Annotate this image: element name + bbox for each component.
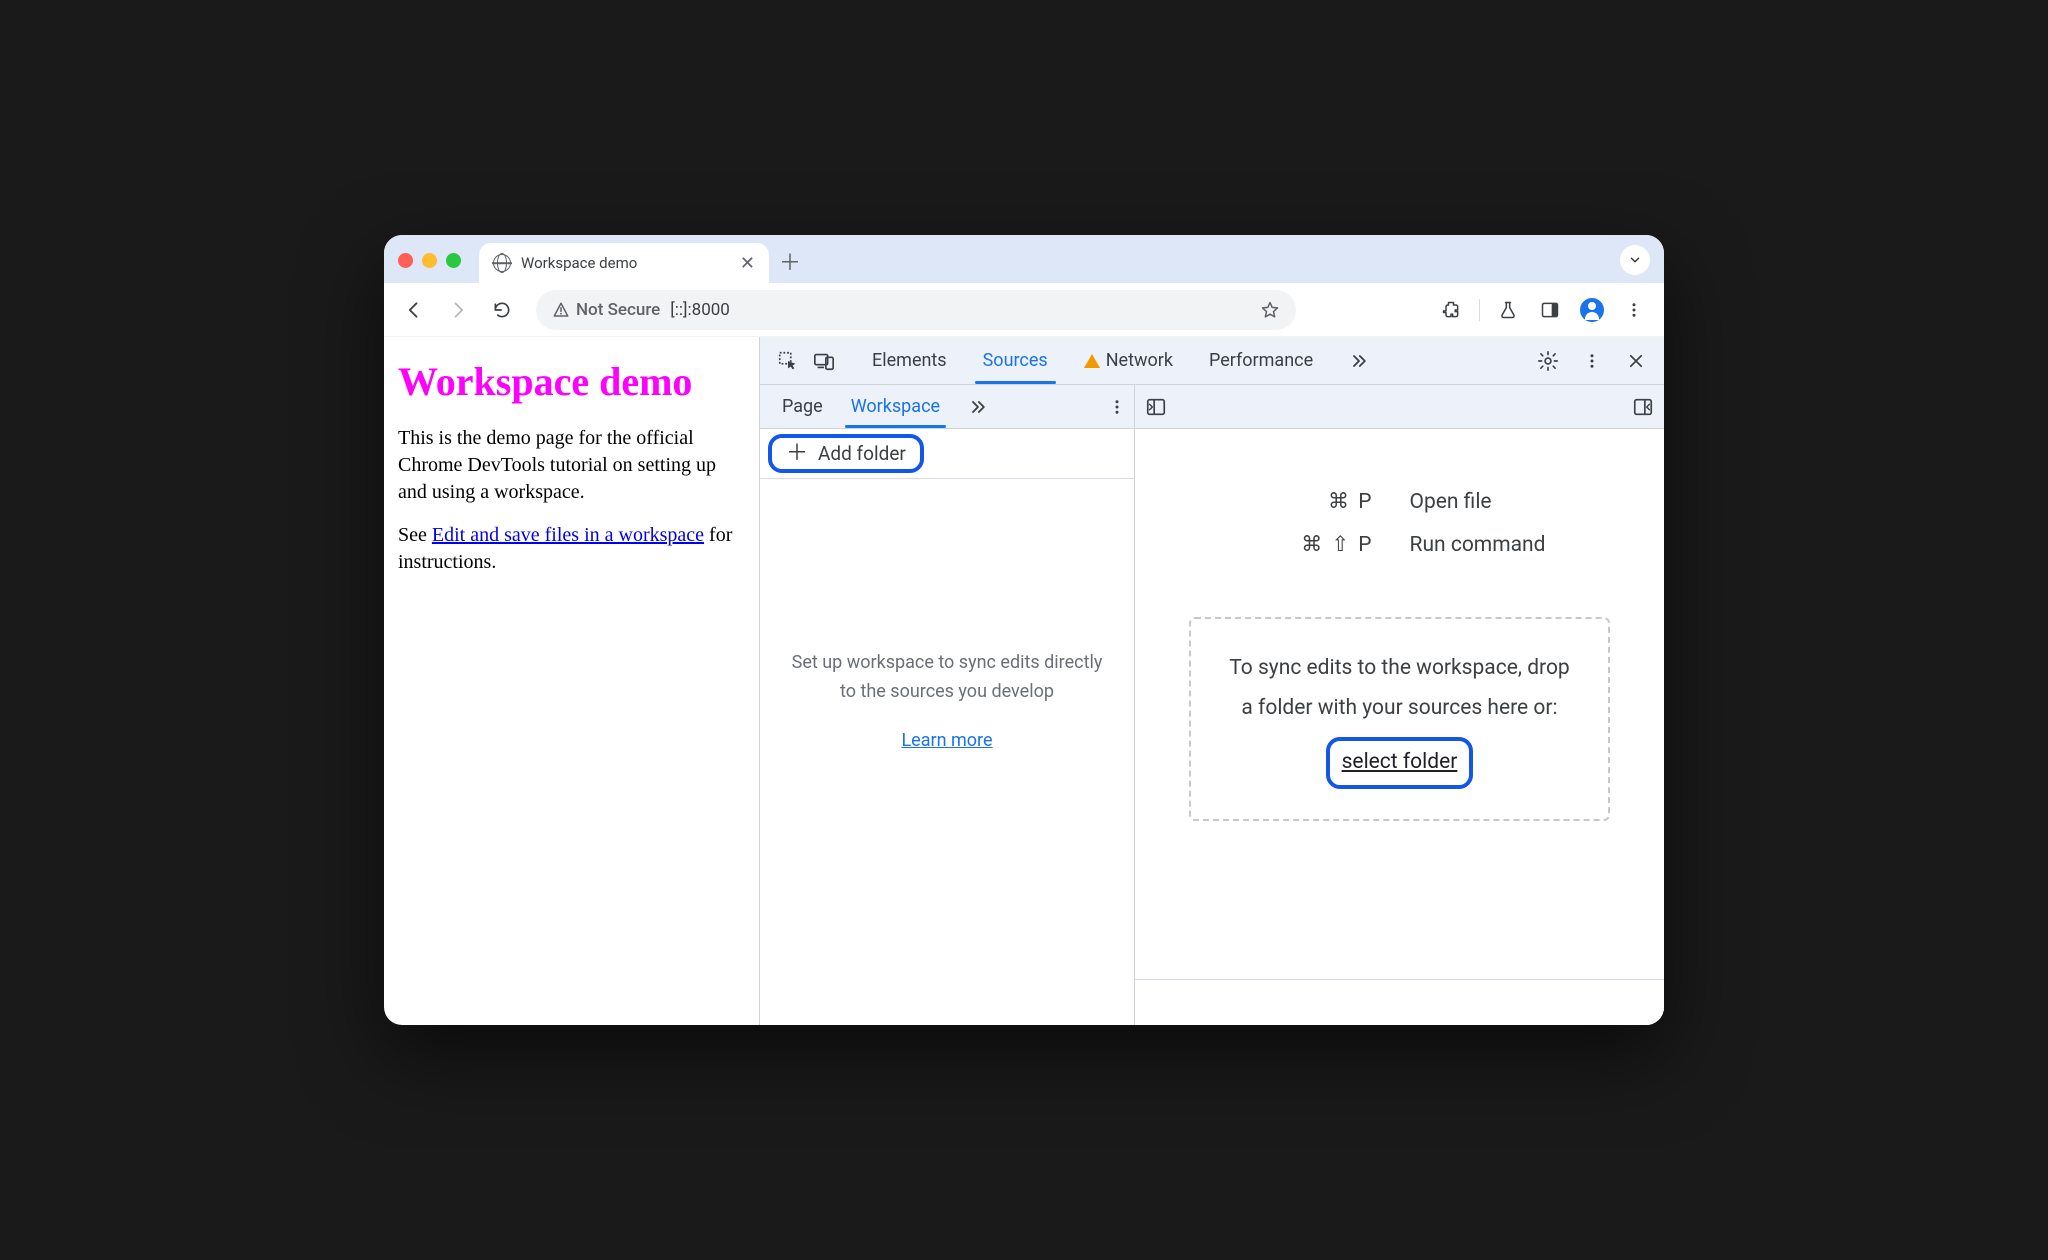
maximize-window-button[interactable] xyxy=(446,253,461,268)
security-indicator[interactable]: Not Secure xyxy=(552,300,660,320)
browser-tab[interactable]: Workspace demo ✕ xyxy=(479,243,769,283)
new-tab-button[interactable]: ＋ xyxy=(775,246,805,276)
tabs-dropdown-button[interactable] xyxy=(1620,245,1650,275)
devtools-toolbar: Elements Sources Network Performance xyxy=(760,337,1664,385)
subtab-workspace[interactable]: Workspace xyxy=(837,385,954,428)
workspace-dropzone[interactable]: To sync edits to the workspace, drop a f… xyxy=(1189,617,1609,821)
devtools-menu-button[interactable] xyxy=(1576,345,1608,377)
select-folder-label: select folder xyxy=(1342,750,1458,774)
dropzone-text-2: a folder with your sources here or: xyxy=(1229,689,1569,729)
close-icon xyxy=(1627,352,1645,370)
window-controls xyxy=(398,253,461,268)
subtab-page[interactable]: Page xyxy=(768,385,837,428)
side-panel-button[interactable] xyxy=(1532,292,1568,328)
close-window-button[interactable] xyxy=(398,253,413,268)
devtools-tabs: Elements Sources Network Performance xyxy=(854,337,1387,384)
panel-right-icon xyxy=(1632,396,1654,418)
add-folder-row: ＋ Add folder xyxy=(760,429,1134,479)
shortcut-open-file: ⌘ P Open file xyxy=(1254,489,1546,514)
tab-title: Workspace demo xyxy=(521,254,730,272)
shortcut-label: Open file xyxy=(1410,490,1492,514)
add-folder-label: Add folder xyxy=(818,442,906,465)
editor-toolbar xyxy=(1135,385,1664,429)
more-subtabs-button[interactable] xyxy=(954,385,1002,428)
labs-button[interactable] xyxy=(1490,292,1526,328)
panel-left-icon xyxy=(1145,396,1167,418)
workspace-hint-text: Set up workspace to sync edits directly … xyxy=(790,649,1104,707)
device-toolbar-button[interactable] xyxy=(808,345,840,377)
editor-footer xyxy=(1135,979,1664,1025)
devtools-body: Page Workspace ＋ xyxy=(760,385,1664,1025)
not-secure-label: Not Secure xyxy=(576,300,660,320)
select-folder-button[interactable]: select folder xyxy=(1326,737,1474,789)
inspect-element-button[interactable] xyxy=(772,345,804,377)
page-paragraph-2: See Edit and save files in a workspace f… xyxy=(398,522,749,576)
tab-sources[interactable]: Sources xyxy=(965,337,1066,384)
plus-icon: ＋ xyxy=(786,443,808,465)
dropzone-text-1: To sync edits to the workspace, drop xyxy=(1229,649,1569,689)
address-bar[interactable]: Not Secure [::]:8000 xyxy=(536,290,1296,330)
url-text: [::]:8000 xyxy=(670,300,730,320)
tab-network[interactable]: Network xyxy=(1066,337,1191,384)
chevron-double-right-icon xyxy=(968,397,988,417)
globe-icon xyxy=(493,254,511,272)
chrome-menu-button[interactable] xyxy=(1616,292,1652,328)
sources-navigator: Page Workspace ＋ xyxy=(760,385,1135,1025)
learn-more-link[interactable]: Learn more xyxy=(901,727,992,756)
devtools-panel: Elements Sources Network Performance xyxy=(759,337,1664,1025)
workspace-empty-state: Set up workspace to sync edits directly … xyxy=(760,479,1134,1025)
show-navigator-button[interactable] xyxy=(1145,396,1167,418)
content-area: Workspace demo This is the demo page for… xyxy=(384,337,1664,1025)
show-debugger-button[interactable] xyxy=(1632,396,1654,418)
tab-performance[interactable]: Performance xyxy=(1191,337,1331,384)
avatar-icon xyxy=(1580,298,1604,322)
extensions-button[interactable] xyxy=(1433,292,1469,328)
browser-toolbar: Not Secure [::]:8000 xyxy=(384,283,1664,337)
rendered-page: Workspace demo This is the demo page for… xyxy=(384,337,759,1025)
profile-button[interactable] xyxy=(1574,292,1610,328)
page-paragraph-1: This is the demo page for the official C… xyxy=(398,425,749,506)
bookmark-button[interactable] xyxy=(1260,300,1280,320)
navigator-tabs: Page Workspace xyxy=(760,385,1134,429)
shortcut-run-command: ⌘ ⇧ P Run command xyxy=(1254,532,1546,557)
page-heading: Workspace demo xyxy=(398,355,749,409)
browser-window: Workspace demo ✕ ＋ Not Secure [::]:8000 xyxy=(384,235,1664,1025)
navigator-menu-button[interactable] xyxy=(1108,398,1126,416)
shortcut-keys: ⌘ P xyxy=(1254,489,1374,514)
warning-icon xyxy=(552,301,570,319)
more-tabs-button[interactable] xyxy=(1331,337,1387,384)
workspace-docs-link[interactable]: Edit and save files in a workspace xyxy=(432,524,704,546)
shortcut-keys: ⌘ ⇧ P xyxy=(1254,532,1374,557)
shortcuts-list: ⌘ P Open file ⌘ ⇧ P Run command xyxy=(1254,489,1546,557)
chevron-double-right-icon xyxy=(1349,351,1369,371)
add-folder-button[interactable]: ＋ Add folder xyxy=(768,434,924,473)
editor-empty-state: ⌘ P Open file ⌘ ⇧ P Run command To sync … xyxy=(1135,429,1664,979)
shortcut-label: Run command xyxy=(1410,533,1546,557)
close-tab-button[interactable]: ✕ xyxy=(740,253,755,274)
forward-button[interactable] xyxy=(440,292,476,328)
toolbar-divider xyxy=(1479,299,1480,321)
tab-elements[interactable]: Elements xyxy=(854,337,965,384)
warning-icon xyxy=(1084,354,1100,368)
devtools-settings-button[interactable] xyxy=(1532,345,1564,377)
gear-icon xyxy=(1537,350,1559,372)
reload-button[interactable] xyxy=(484,292,520,328)
back-button[interactable] xyxy=(396,292,432,328)
minimize-window-button[interactable] xyxy=(422,253,437,268)
editor-area: ⌘ P Open file ⌘ ⇧ P Run command To sync … xyxy=(1135,385,1664,1025)
tabstrip: Workspace demo ✕ ＋ xyxy=(384,235,1664,283)
devtools-close-button[interactable] xyxy=(1620,345,1652,377)
